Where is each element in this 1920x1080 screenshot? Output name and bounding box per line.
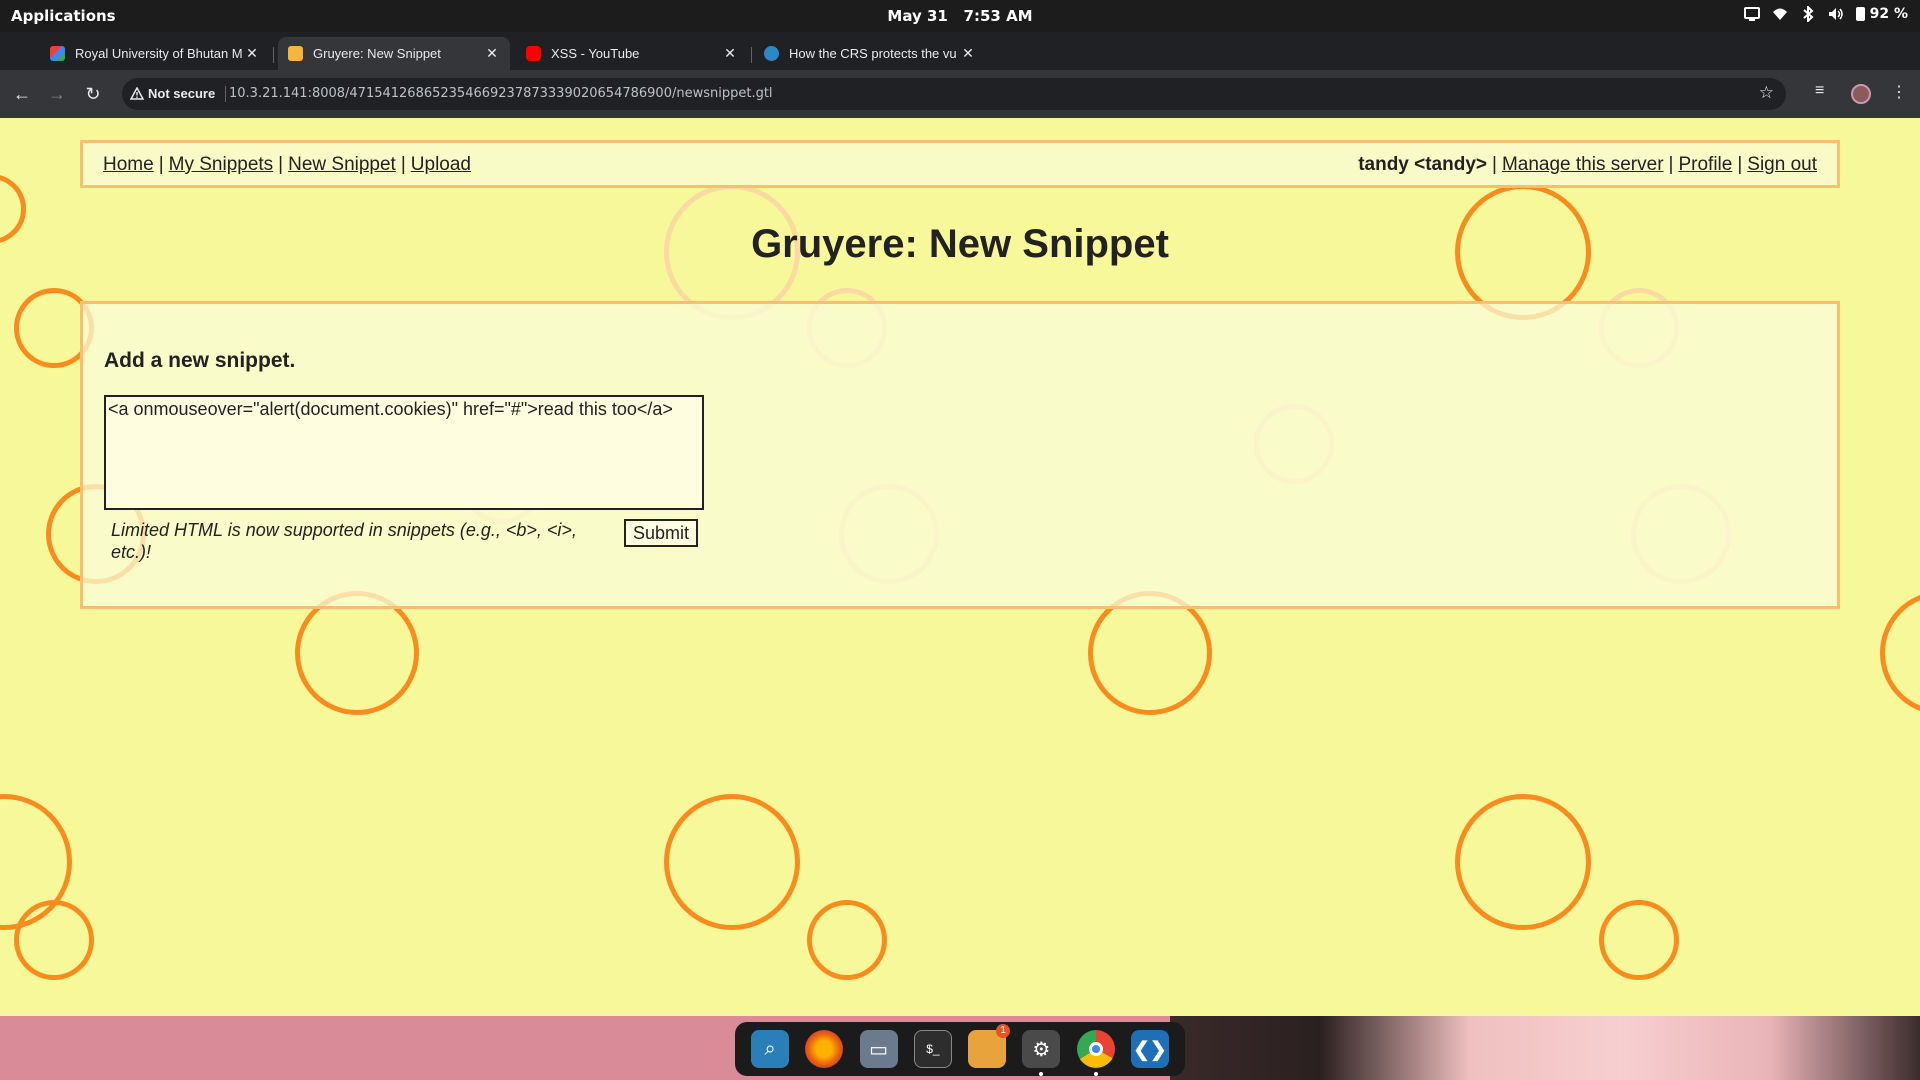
security-indicator[interactable]: Not secure	[130, 86, 215, 101]
security-label: Not secure	[148, 86, 216, 101]
tab-crs-protects[interactable]: How the CRS protects the vu ✕	[754, 37, 986, 70]
tab-royal-university[interactable]: Royal University of Bhutan M ✕	[40, 37, 270, 70]
nav-my-snippets-link[interactable]: My Snippets	[169, 154, 274, 175]
close-icon[interactable]: ✕	[244, 45, 260, 62]
nav-manage-server-link[interactable]: Manage this server	[1502, 154, 1664, 175]
battery-percent: 92 %	[1869, 6, 1908, 22]
url-text[interactable]: 10.3.21.141:8008/47154126865235466923787…	[229, 86, 773, 101]
back-arrow-icon[interactable]: ←	[10, 82, 34, 106]
wifi-icon[interactable]	[1772, 6, 1788, 22]
new-snippet-panel: Add a new snippet. <a onmouseover="alert…	[80, 301, 1840, 609]
bluetooth-icon[interactable]	[1800, 4, 1816, 24]
menu-left: Home | My Snippets | New Snippet | Upload	[103, 154, 471, 176]
software-icon[interactable]: 1	[968, 1024, 1011, 1068]
media-controls-icon[interactable]: ≡	[1815, 82, 1824, 100]
screen-icon[interactable]	[1743, 6, 1760, 22]
system-tray[interactable]: 92 %	[1743, 4, 1908, 24]
menu-right: tandy <tandy> | Manage this server | Profile…	[1358, 154, 1817, 176]
battery-indicator[interactable]: 92 %	[1855, 6, 1908, 22]
wallpaper-image	[1170, 1016, 1920, 1080]
snippet-textarea[interactable]: <a onmouseover="alert(document.cookies)"…	[104, 395, 704, 510]
chrome-icon[interactable]	[1076, 1030, 1115, 1076]
volume-icon[interactable]	[1828, 6, 1844, 22]
submit-button[interactable]: Submit	[624, 519, 699, 547]
menu-separator: |	[1737, 154, 1743, 175]
notification-badge: 1	[996, 1024, 1011, 1038]
running-indicator	[1039, 1072, 1044, 1076]
html-support-hint: Limited HTML is now supported in snippet…	[111, 520, 577, 562]
browser-toolbar: ← → ↻ Not secure 10.3.21.141:8008/471541…	[0, 70, 1920, 118]
bookmark-star-icon[interactable]: ☆	[1759, 83, 1774, 103]
gmail-icon	[50, 46, 65, 61]
gruyere-icon	[288, 46, 303, 61]
decor-circle	[295, 591, 419, 715]
menu-separator: |	[278, 154, 284, 175]
tab-title: How the CRS protects the vu	[789, 46, 957, 61]
address-bar[interactable]: Not secure 10.3.21.141:8008/471541268652…	[122, 78, 1786, 110]
close-icon[interactable]: ✕	[484, 45, 500, 62]
section-heading: Add a new snippet.	[104, 349, 296, 372]
tab-strip: ⌄ Royal University of Bhutan M ✕ Gruyere…	[0, 32, 1920, 97]
more-menu-icon[interactable]: ⋮	[1891, 82, 1907, 102]
decor-circle	[14, 900, 94, 980]
current-user: tandy <tandy>	[1358, 154, 1488, 175]
decor-circle	[1599, 900, 1679, 980]
vscode-icon[interactable]: ❮❯	[1130, 1030, 1169, 1068]
menu-separator: |	[158, 154, 164, 175]
decor-circle	[1880, 591, 1920, 715]
omnibox-divider	[225, 86, 226, 102]
firefox-icon[interactable]	[805, 1030, 844, 1068]
decor-circle	[664, 794, 800, 930]
forward-arrow-icon[interactable]: →	[45, 82, 69, 106]
menu-separator: |	[400, 154, 406, 175]
decor-circle	[1088, 591, 1212, 715]
profile-avatar[interactable]	[1851, 84, 1871, 104]
dock: ⌕ ▭ $_ 1 ⚙ ❮❯	[735, 1022, 1185, 1076]
nav-upload-link[interactable]: Upload	[411, 154, 471, 175]
running-indicator	[1093, 1072, 1098, 1076]
settings-icon[interactable]: ⚙	[1022, 1030, 1061, 1076]
menu-separator: |	[1668, 154, 1674, 175]
site-menu-bar: Home | My Snippets | New Snippet | Upload tand…	[80, 140, 1840, 188]
decor-circle	[807, 900, 887, 980]
tab-separator	[273, 47, 274, 63]
system-top-bar: Applications May 31 7:53 AM 92 %	[0, 0, 1920, 32]
warning-triangle-icon	[130, 87, 144, 100]
tab-title: Gruyere: New Snippet	[313, 46, 441, 61]
page-title: Gruyere: New Snippet	[751, 222, 1169, 266]
close-icon[interactable]: ✕	[960, 45, 976, 62]
reload-icon[interactable]: ↻	[81, 82, 105, 106]
terminal-icon[interactable]: $_	[913, 1030, 952, 1068]
page-viewport: Home | My Snippets | New Snippet | Upload tand…	[0, 118, 1920, 1016]
menu-separator: |	[1492, 154, 1497, 175]
youtube-icon	[526, 46, 541, 61]
tab-separator	[751, 47, 752, 63]
nav-home-link[interactable]: Home	[103, 154, 154, 175]
battery-icon	[1855, 7, 1865, 21]
tab-title: Royal University of Bhutan M	[75, 46, 243, 61]
nav-sign-out-link[interactable]: Sign out	[1747, 154, 1817, 175]
clock-time: 7:53 AM	[963, 7, 1033, 25]
chrome-center	[1088, 1042, 1103, 1056]
clock[interactable]: May 31 7:53 AM	[0, 7, 1920, 25]
search-app-icon[interactable]: ⌕	[751, 1030, 790, 1068]
nav-new-snippet-link[interactable]: New Snippet	[288, 154, 396, 175]
crs-icon	[764, 46, 779, 61]
clock-date: May 31	[887, 7, 948, 25]
tab-xss-youtube[interactable]: XSS - YouTube ✕	[516, 37, 748, 70]
close-icon[interactable]: ✕	[722, 45, 738, 62]
decor-circle	[1455, 794, 1591, 930]
nav-profile-link[interactable]: Profile	[1678, 154, 1732, 175]
files-icon[interactable]: ▭	[859, 1030, 898, 1068]
tab-title: XSS - YouTube	[551, 46, 640, 61]
tab-gruyere-new-snippet[interactable]: Gruyere: New Snippet ✕	[278, 37, 510, 70]
